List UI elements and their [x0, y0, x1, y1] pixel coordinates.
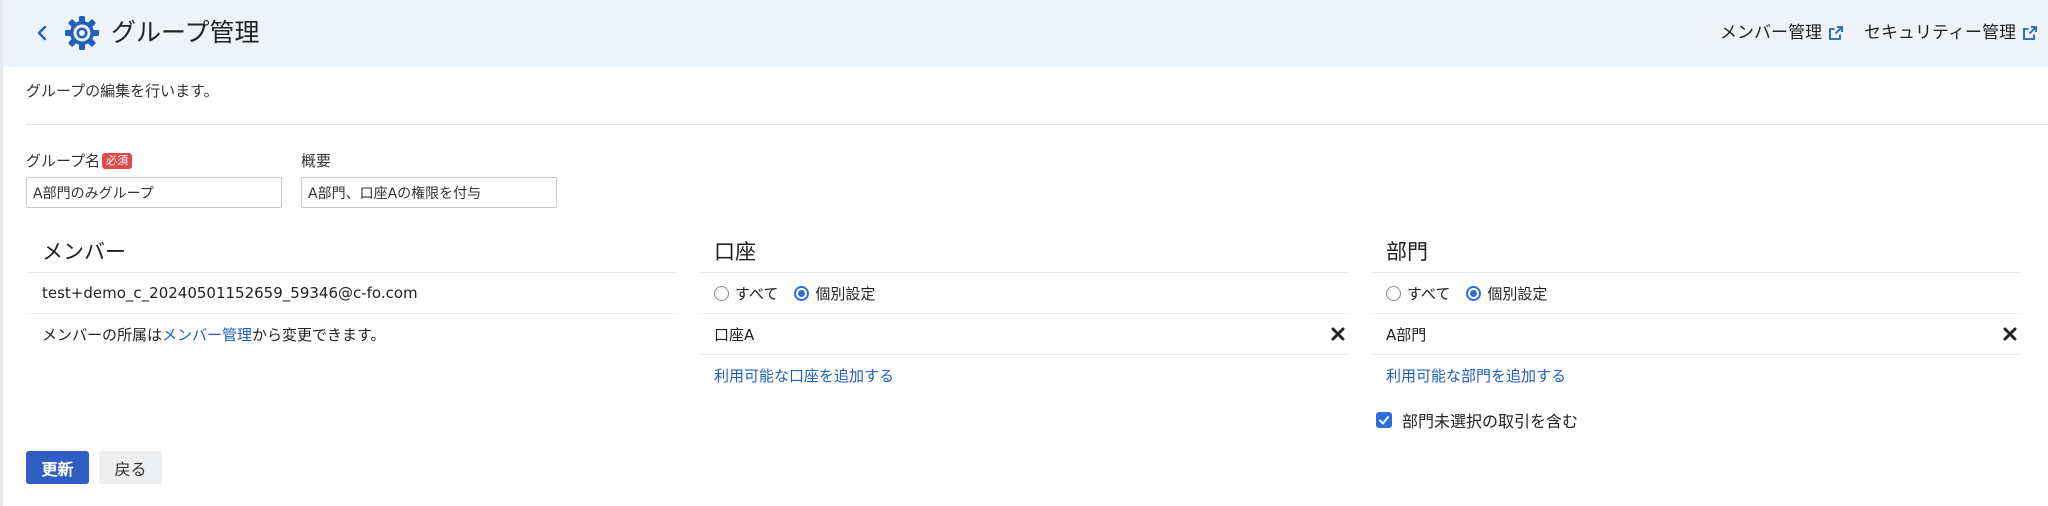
- accounts-scope-radio-group: すべて 個別設定: [700, 273, 1348, 313]
- member-email: test+demo_c_20240501152659_59346@c-fo.co…: [42, 284, 418, 302]
- divider: [26, 124, 2048, 125]
- group-name-label: グループ名 必須: [26, 150, 133, 172]
- add-account-link[interactable]: 利用可能な口座を追加する: [714, 365, 894, 386]
- close-icon[interactable]: [1330, 326, 1346, 342]
- include-unselected-checkbox[interactable]: [1376, 412, 1392, 428]
- departments-title: 部門: [1386, 240, 1428, 264]
- page-title: グループ管理: [111, 18, 260, 47]
- members-title: メンバー: [42, 240, 126, 264]
- add-department-link[interactable]: 利用可能な部門を追加する: [1386, 365, 1566, 386]
- update-button[interactable]: 更新: [26, 451, 89, 484]
- group-name-label-text: グループ名: [26, 152, 101, 170]
- accounts-section: 口座 すべて 個別設定 口座A 利用可能な口座を追加する: [700, 232, 1348, 395]
- members-section: メンバー test+demo_c_20240501152659_59346@c-…: [28, 232, 676, 354]
- departments-section: 部門 すべて 個別設定 A部門 利用可能な部門を追加する: [1372, 232, 2020, 395]
- include-unselected-checkbox-row: 部門未選択の取引を含む: [1376, 408, 1578, 432]
- add-department-row: 利用可能な部門を追加する: [1372, 355, 2020, 395]
- page-description: グループの編集を行います。: [26, 82, 219, 100]
- departments-scope-radio-group: すべて 個別設定: [1372, 273, 2020, 313]
- accounts-title: 口座: [714, 240, 756, 264]
- security-management-link[interactable]: セキュリティー管理: [1864, 20, 2038, 46]
- required-badge: 必須: [102, 153, 133, 169]
- account-item-label: 口座A: [714, 325, 755, 344]
- group-name-input[interactable]: [26, 177, 282, 208]
- external-link-icon: [1829, 26, 1843, 40]
- close-icon[interactable]: [2002, 326, 2018, 342]
- page-header: グループ管理 メンバー管理 セキュリティー管理: [3, 0, 2048, 67]
- departments-individual-radio[interactable]: [1466, 285, 1482, 301]
- add-account-row: 利用可能な口座を追加する: [700, 355, 1348, 395]
- member-management-inline-link[interactable]: メンバー管理: [162, 324, 252, 345]
- members-note-suffix: から変更できます。: [252, 325, 386, 344]
- security-management-link-label: セキュリティー管理: [1864, 23, 2016, 43]
- checkmark-icon: [1379, 416, 1389, 425]
- left-edge: [0, 0, 3, 506]
- member-item: test+demo_c_20240501152659_59346@c-fo.co…: [28, 273, 676, 313]
- chevron-left-icon[interactable]: [27, 18, 57, 48]
- members-note: メンバーの所属は メンバー管理 から変更できます。: [28, 314, 676, 354]
- accounts-all-label: すべて: [735, 284, 779, 303]
- departments-all-label: すべて: [1407, 284, 1451, 303]
- departments-individual-label: 個別設定: [1487, 284, 1548, 303]
- members-note-prefix: メンバーの所属は: [42, 325, 163, 344]
- member-management-link-label: メンバー管理: [1720, 23, 1822, 43]
- department-item: A部門: [1372, 314, 2020, 354]
- account-item: 口座A: [700, 314, 1348, 354]
- gear-icon: [65, 16, 99, 50]
- member-management-link[interactable]: メンバー管理: [1720, 20, 1844, 46]
- include-unselected-label: 部門未選択の取引を含む: [1402, 412, 1579, 431]
- summary-label: 概要: [301, 150, 331, 172]
- summary-input[interactable]: [301, 177, 557, 208]
- accounts-individual-radio[interactable]: [794, 285, 810, 301]
- departments-all-radio[interactable]: [1386, 285, 1401, 301]
- external-link-icon: [2023, 26, 2037, 40]
- accounts-individual-label: 個別設定: [815, 284, 876, 303]
- accounts-all-radio[interactable]: [714, 285, 729, 301]
- back-button[interactable]: 戻る: [99, 451, 162, 484]
- department-item-label: A部門: [1386, 325, 1427, 344]
- summary-label-text: 概要: [301, 152, 332, 170]
